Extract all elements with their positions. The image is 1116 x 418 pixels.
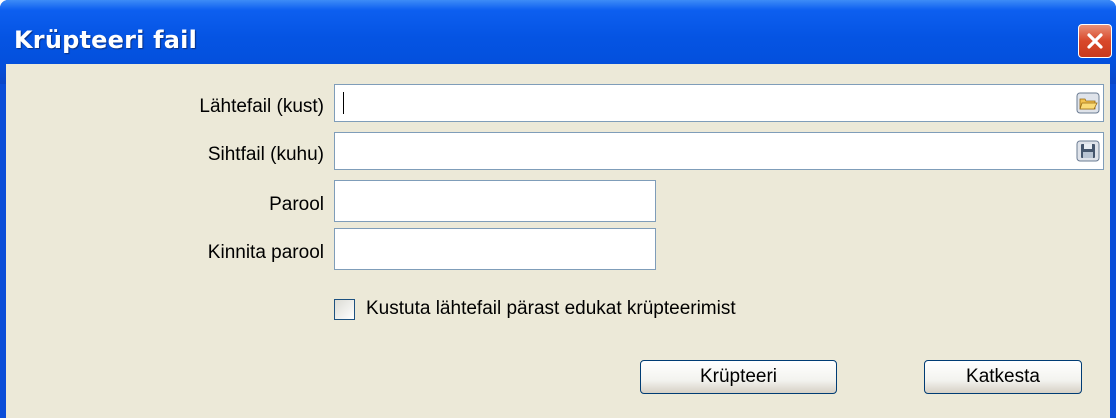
delete-source-checkbox[interactable] xyxy=(334,299,355,320)
folder-open-icon xyxy=(1076,92,1100,114)
browse-target-button[interactable] xyxy=(1075,138,1101,164)
confirm-password-label: Kinnita parool xyxy=(207,242,324,263)
source-file-input[interactable] xyxy=(334,84,1104,122)
close-button[interactable] xyxy=(1078,24,1112,58)
source-file-label: Lähtefail (kust) xyxy=(199,96,324,117)
confirm-password-input[interactable] xyxy=(334,228,656,270)
cancel-button[interactable]: Katkesta xyxy=(924,360,1082,394)
password-label: Parool xyxy=(269,194,324,215)
target-file-label: Sihtfail (kuhu) xyxy=(207,144,324,165)
window-title: Krüpteeri fail xyxy=(14,26,198,54)
text-caret xyxy=(343,92,344,114)
floppy-disk-icon xyxy=(1076,140,1100,162)
encrypt-button[interactable]: Krüpteeri xyxy=(640,360,837,394)
dialog-window: Krüpteeri fail Lähtefail (kust) Sihtfail… xyxy=(0,0,1116,418)
delete-source-checkbox-label[interactable]: Kustuta lähtefail pärast edukat krüpteer… xyxy=(366,298,736,320)
close-icon xyxy=(1087,33,1103,49)
target-file-input[interactable] xyxy=(334,132,1104,170)
dialog-body: Lähtefail (kust) Sihtfail (kuhu) Parool … xyxy=(6,64,1110,418)
browse-source-button[interactable] xyxy=(1075,90,1101,116)
password-input[interactable] xyxy=(334,180,656,222)
